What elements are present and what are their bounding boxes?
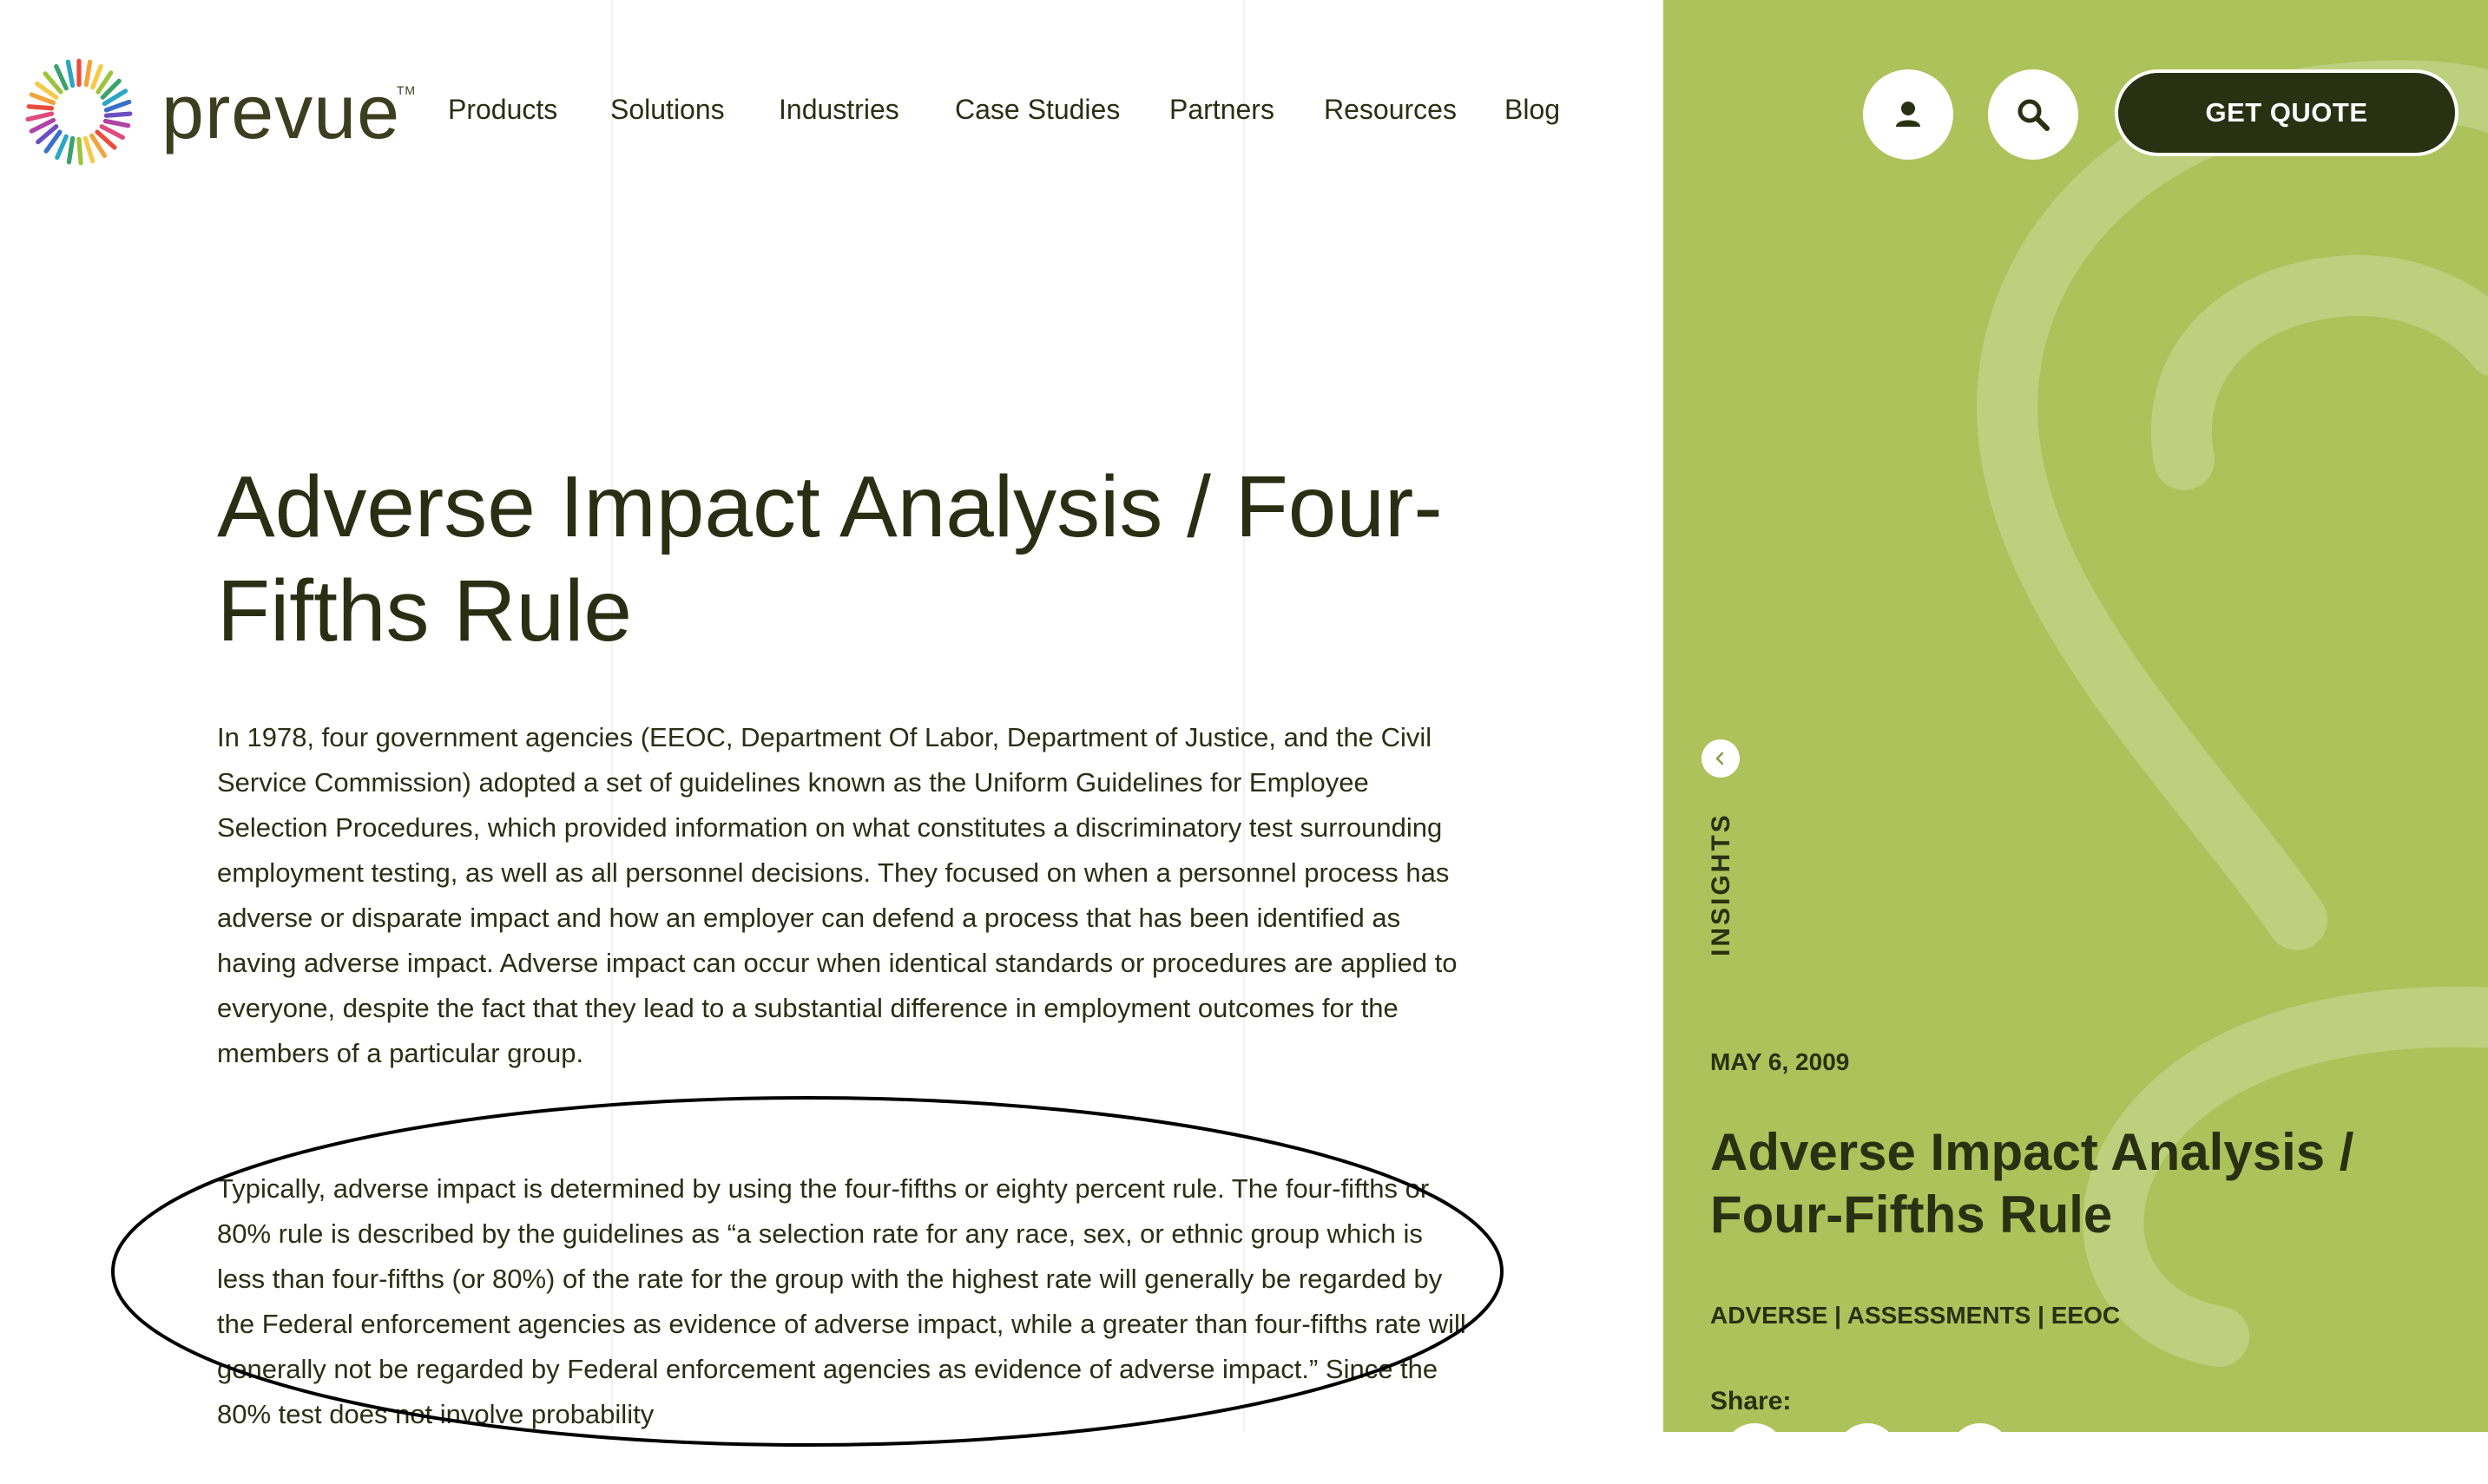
get-quote-button[interactable]: GET QUOTE: [2115, 69, 2458, 156]
nav-item-industries[interactable]: Industries: [779, 94, 899, 126]
account-button[interactable]: [1863, 69, 1953, 160]
share-button-1[interactable]: [1724, 1423, 1785, 1484]
post-date: MAY 6, 2009: [1710, 1048, 1850, 1075]
nav-item-solutions[interactable]: Solutions: [610, 94, 725, 126]
insights-label-wrapper: INSIGHTS: [1707, 812, 1851, 986]
sidebar-post-title: Adverse Impact Analysis / Four-Fifths Ru…: [1710, 1123, 2354, 1244]
user-icon: [1896, 102, 1920, 127]
share-button-3[interactable]: [1950, 1423, 2011, 1484]
nav-item-case-studies[interactable]: Case Studies: [955, 94, 1120, 126]
trademark-mark: TM: [396, 83, 417, 97]
post-tags[interactable]: ADVERSE | ASSESSMENTS | EEOC: [1710, 1302, 2120, 1330]
section-label-insights[interactable]: INSIGHTS: [1707, 812, 1736, 956]
article-paragraph-1: In 1978, four government agencies (EEOC,…: [217, 722, 1458, 1068]
article-paragraph-2: Typically, adverse impact is determined …: [217, 1173, 1466, 1429]
nav-item-products[interactable]: Products: [448, 94, 557, 126]
nav-item-resources[interactable]: Resources: [1324, 94, 1457, 126]
share-button-2[interactable]: [1837, 1423, 1898, 1484]
brand-name: prevue: [161, 69, 401, 154]
article-title: Adverse Impact Analysis / Four-Fifths Ru…: [217, 458, 1443, 660]
nav-item-blog[interactable]: Blog: [1504, 94, 1560, 126]
search-icon: [2017, 99, 2050, 131]
nav-item-partners[interactable]: Partners: [1169, 94, 1274, 126]
prevue-logo-icon[interactable]: [24, 57, 134, 167]
brand-wordmark[interactable]: prevue TM: [161, 68, 415, 156]
share-label: Share:: [1710, 1387, 1792, 1415]
chevron-left-icon: [1715, 752, 1724, 765]
search-button[interactable]: [1988, 69, 2078, 160]
back-button[interactable]: [1701, 739, 1740, 778]
